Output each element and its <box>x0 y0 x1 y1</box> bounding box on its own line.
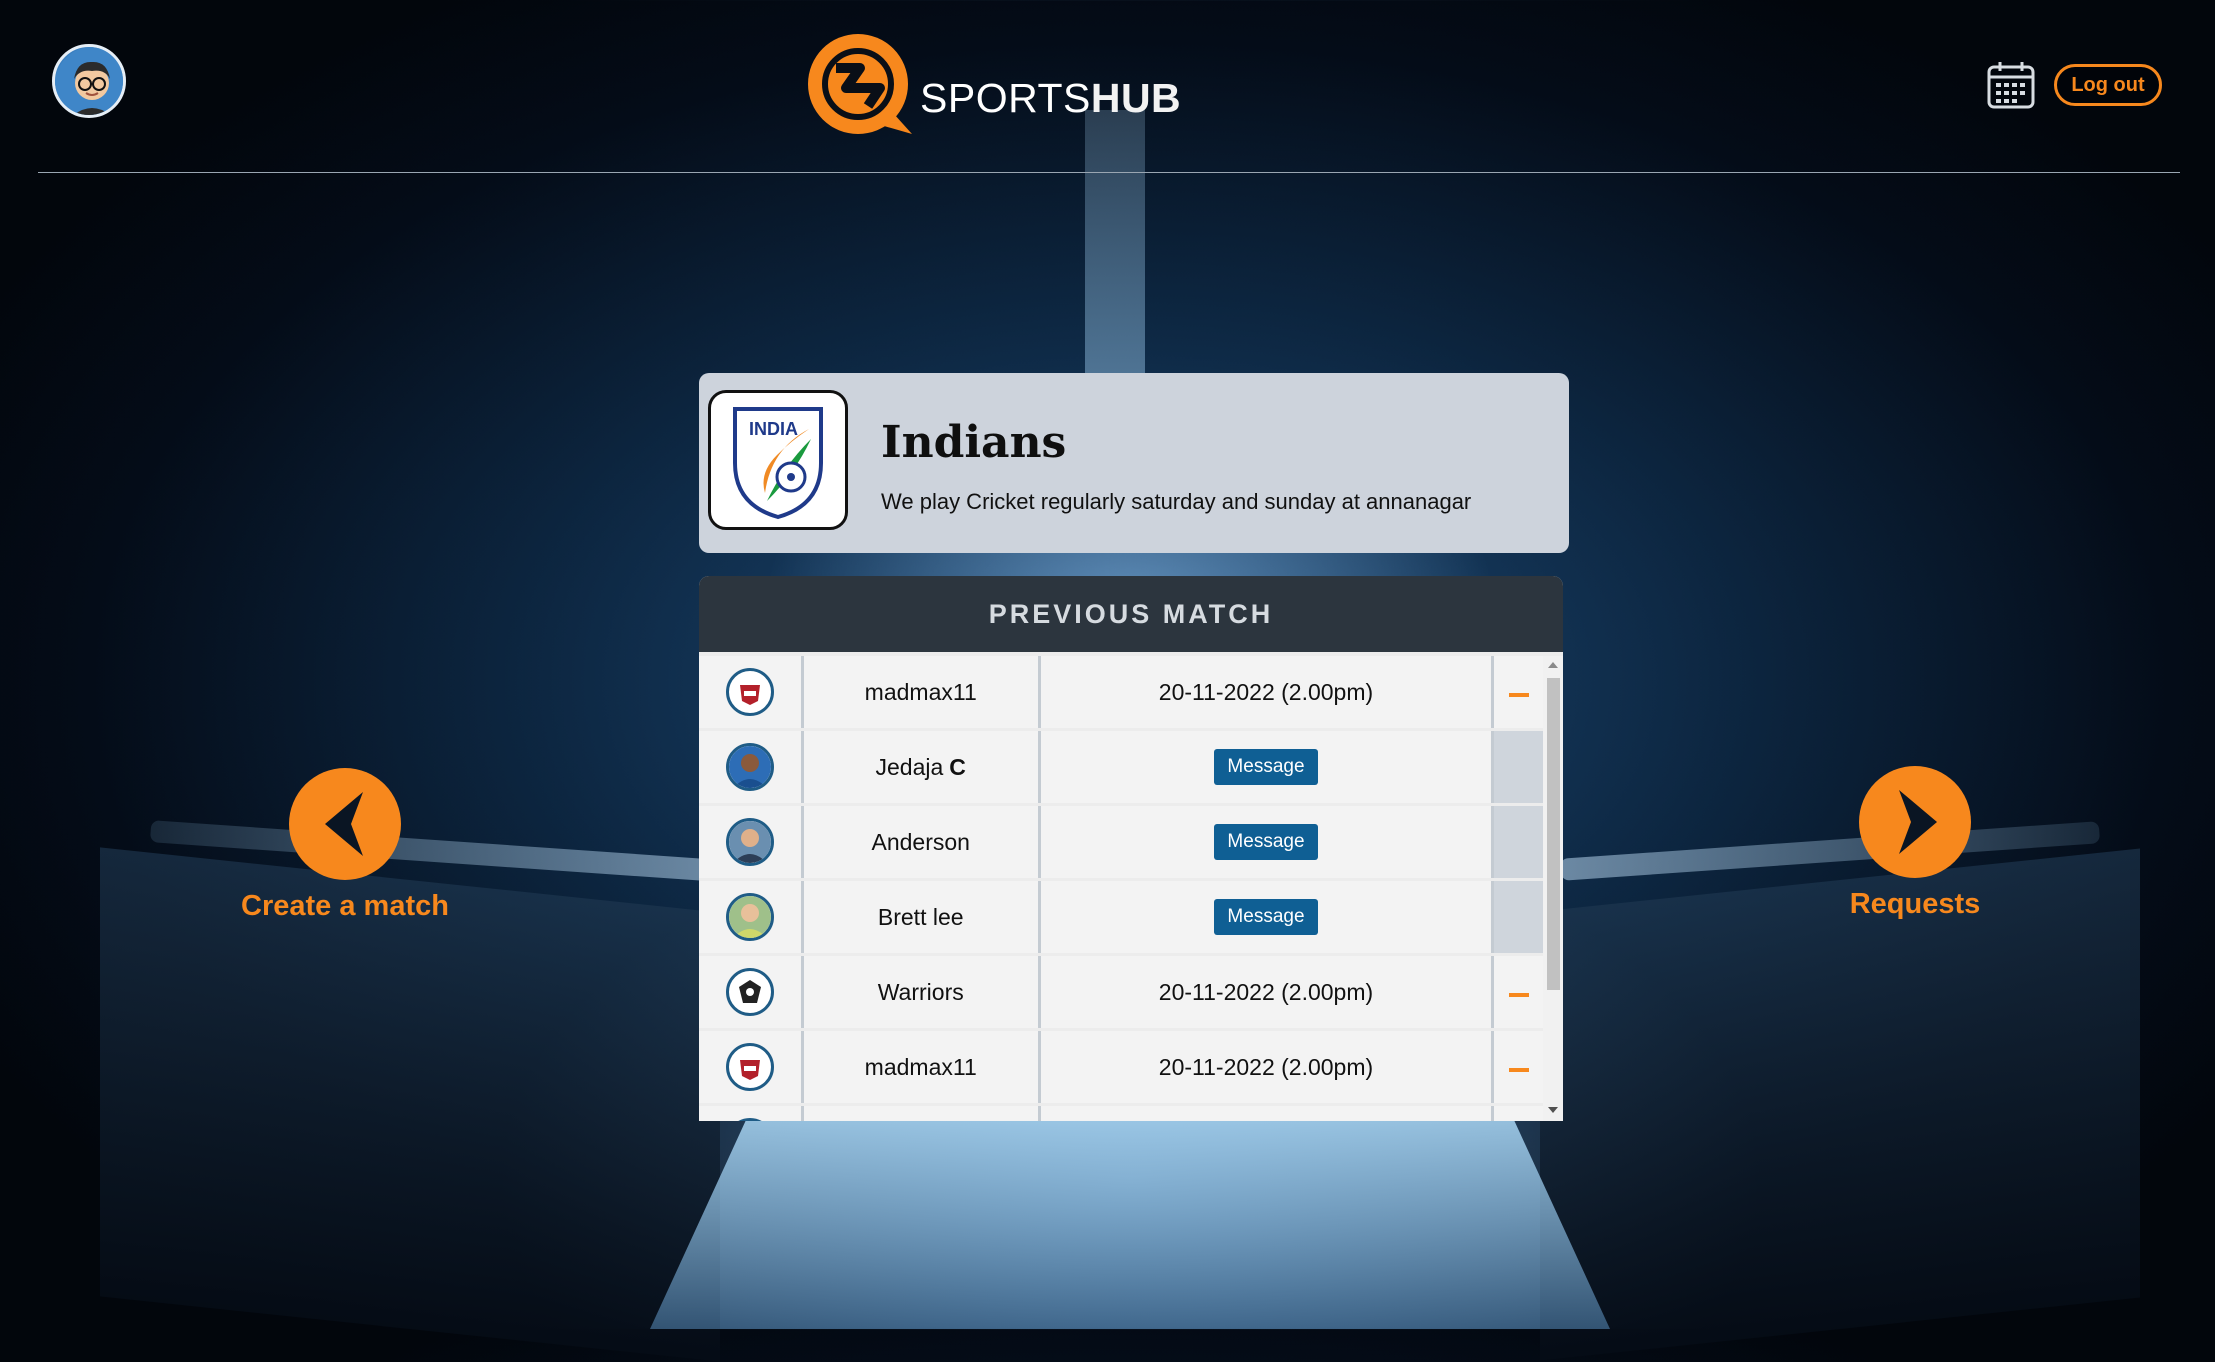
player-name: Anderson <box>803 806 1038 878</box>
requests-button[interactable]: Requests <box>1820 766 2010 921</box>
player-name: Brett lee <box>803 881 1038 953</box>
team-badge-icon <box>725 668 774 716</box>
brand-sports: SPORTS <box>920 75 1091 121</box>
minus-icon <box>1508 693 1529 697</box>
brand-name: SPORTSHUB <box>920 75 1181 122</box>
scrollbar-thumb[interactable] <box>1547 678 1560 990</box>
player-avatar <box>725 743 774 791</box>
arrow-right-icon[interactable] <box>1859 766 1971 878</box>
team-card: INDIA Indians We play Cricket regularly … <box>699 373 1569 553</box>
match-opponent: madmax11 <box>803 656 1038 728</box>
tunnel-wall-right <box>1540 848 2140 1361</box>
collapse-button[interactable] <box>1494 656 1543 728</box>
player-row: Anderson Message <box>699 806 1543 878</box>
crest-text: INDIA <box>749 419 798 439</box>
match-date: 20-11-2022 (2.00pm) <box>1040 656 1492 728</box>
sportshub-logo-icon <box>808 34 912 134</box>
minus-icon <box>1508 993 1529 997</box>
brand-hub: HUB <box>1090 75 1182 121</box>
team-badge-icon <box>725 1118 774 1121</box>
player-row: Jedaja C Message <box>699 731 1543 803</box>
team-name: Indians <box>881 417 1067 468</box>
avatar-icon <box>55 47 123 115</box>
logout-button[interactable]: Log out <box>2054 64 2162 106</box>
india-crest-icon: INDIA <box>733 407 823 520</box>
player-avatar <box>725 818 774 866</box>
team-badge-icon <box>725 968 774 1016</box>
previous-match-title: PREVIOUS MATCH <box>699 576 1563 652</box>
team-badge-icon <box>725 1043 774 1091</box>
tunnel-wall-left <box>100 847 720 1362</box>
collapse-button[interactable] <box>1494 956 1543 1028</box>
match-date: 20-11-2022 (2.00pm) <box>1040 956 1492 1028</box>
message-button[interactable]: Message <box>1214 749 1318 785</box>
team-description: We play Cricket regularly saturday and s… <box>881 489 1472 514</box>
sportshub-logo[interactable]: SPORTSHUB <box>802 28 1181 140</box>
create-match-label[interactable]: Create a match <box>230 890 460 923</box>
previous-match-panel: PREVIOUS MATCH madmax11 20-11-2022 (2.00… <box>699 576 1563 1121</box>
tunnel-floor <box>650 1120 1610 1329</box>
create-match-button[interactable]: Create a match <box>230 768 460 923</box>
message-button[interactable]: Message <box>1214 824 1318 860</box>
message-button[interactable]: Message <box>1214 899 1318 935</box>
player-name: Jedaja <box>875 753 944 780</box>
match-opponent: Warriors <box>803 956 1038 1028</box>
header-divider <box>38 172 2180 173</box>
player-avatar <box>725 893 774 941</box>
match-opponent: madmax11 <box>803 1031 1038 1103</box>
match-row[interactable]: Warriors 20-11-2022 (2.00pm) <box>699 956 1543 1028</box>
user-avatar[interactable] <box>52 44 126 118</box>
list-scrollbar[interactable] <box>1543 656 1563 1121</box>
match-date: 20-11-2022 (2.00pm) <box>1040 1031 1492 1103</box>
match-row[interactable]: madmax11 20-11-2022 (2.00pm) <box>699 656 1543 728</box>
top-bar: SPORTSHUB Log out <box>0 0 2215 175</box>
requests-label[interactable]: Requests <box>1820 888 2010 921</box>
match-row[interactable] <box>699 1106 1543 1121</box>
scroll-up-icon[interactable] <box>1548 662 1558 668</box>
match-list: madmax11 20-11-2022 (2.00pm) Jedaja C Mes… <box>699 656 1543 1121</box>
calendar-icon[interactable] <box>1986 60 2036 110</box>
captain-badge: C <box>949 753 966 780</box>
player-row: Brett lee Message <box>699 881 1543 953</box>
collapse-button[interactable] <box>1494 1031 1543 1103</box>
minus-icon <box>1508 1068 1529 1072</box>
arrow-left-icon[interactable] <box>289 768 401 880</box>
scroll-down-icon[interactable] <box>1548 1107 1558 1113</box>
team-logo: INDIA <box>708 390 848 530</box>
match-row[interactable]: madmax11 20-11-2022 (2.00pm) <box>699 1031 1543 1103</box>
